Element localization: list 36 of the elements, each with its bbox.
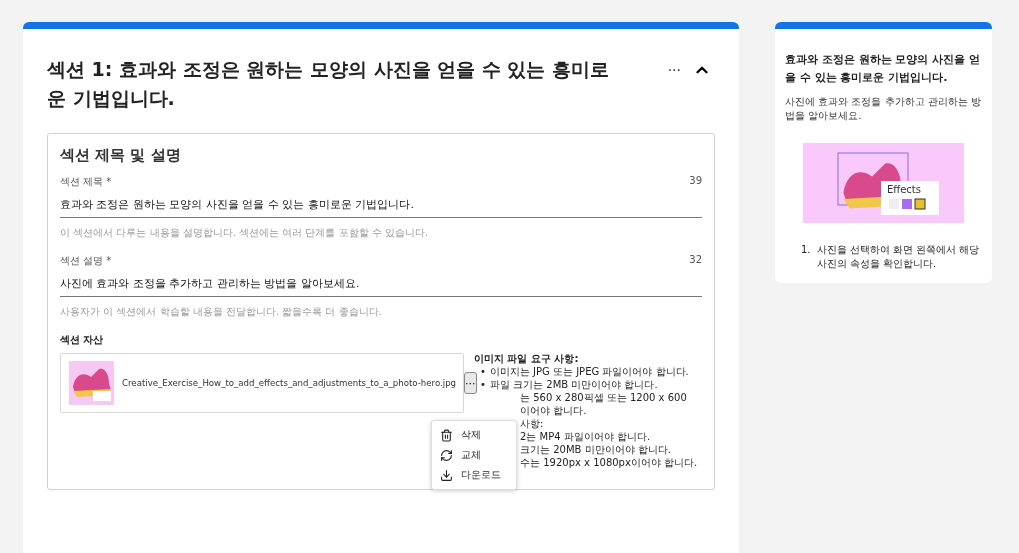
field-label: 섹션 제목 * (60, 175, 112, 189)
input-field[interactable]: 효과와 조정은 원하는 모양의 사진을 얻을 수 있는 흥미로운 기법입니다. (60, 197, 702, 218)
menu-item[interactable]: 교체 (432, 445, 516, 465)
input-field[interactable]: 사진에 효과와 조정을 추가하고 관리하는 방법을 알아보세요. (60, 276, 702, 297)
character-count: 32 (689, 254, 702, 267)
requirement-text: 이어야 합니다. (520, 404, 587, 417)
menu-item[interactable]: 다운로드 (432, 465, 516, 485)
step-number: 1. (801, 243, 811, 257)
requirements-heading: 이미지 파일 요구 사항: (474, 352, 579, 365)
trash-icon (440, 428, 453, 442)
more-button[interactable]: ··· (667, 62, 681, 78)
bullet-marker: • (480, 378, 486, 391)
file-name: Creative_Exercise_How_to_add_effects_and_adjustments_to_a_photo-hero.jpg (122, 378, 457, 388)
refresh-icon (440, 448, 453, 462)
bullet-marker: • (480, 365, 486, 378)
requirement-text: 수는 1920px x 1080px이어야 합니다. (520, 456, 698, 469)
help-text: 사용자가 이 섹션에서 학습할 내용을 전달합니다. 짧을수록 더 좋습니다. (60, 305, 383, 319)
requirement-text: 사항: (520, 417, 544, 430)
requirement-text: 는 560 x 280픽셀 또는 1200 x 600 (520, 391, 687, 404)
requirement-text: 2는 MP4 파일이어야 합니다. (520, 430, 651, 443)
form-heading: 섹션 제목 및 설명 (60, 146, 182, 165)
requirement-text: 파일 크기는 2MB 미만이어야 합니다. (489, 378, 658, 391)
menu-item[interactable]: 삭제 (432, 425, 516, 445)
help-text: 이 섹션에서 다루는 내용을 설명합니다. 섹션에는 여러 단계를 포함할 수 있습니다. (60, 226, 430, 240)
asset-label: 섹션 자산 (60, 333, 105, 347)
more-button[interactable]: ··· (464, 372, 477, 394)
step-text: 사진을 선택하여 화면 왼쪽에서 해당 사진의 속성을 확인합니다. (816, 243, 981, 271)
section-title: 섹션 1: 효과와 조정은 원하는 모양의 사진을 얻을 수 있는 흥미로운 기법입니다. (47, 57, 610, 111)
requirement-text: 이미지는 JPG 또는 JPEG 파일이어야 합니다. (489, 365, 689, 378)
requirement-text: 크기는 20MB 미만이어야 합니다. (520, 443, 671, 456)
download-icon (440, 468, 453, 482)
preview-description: 사진에 효과와 조정을 추가하고 관리하는 방법을 알아보세요. (785, 95, 982, 123)
preview-title: 효과와 조정은 원하는 모양의 사진을 얻을 수 있는 흥미로운 기법입니다. (785, 52, 982, 86)
field-label: 섹션 설명 * (60, 254, 112, 268)
character-count: 39 (689, 175, 702, 188)
panel-label: Effects (887, 184, 921, 195)
